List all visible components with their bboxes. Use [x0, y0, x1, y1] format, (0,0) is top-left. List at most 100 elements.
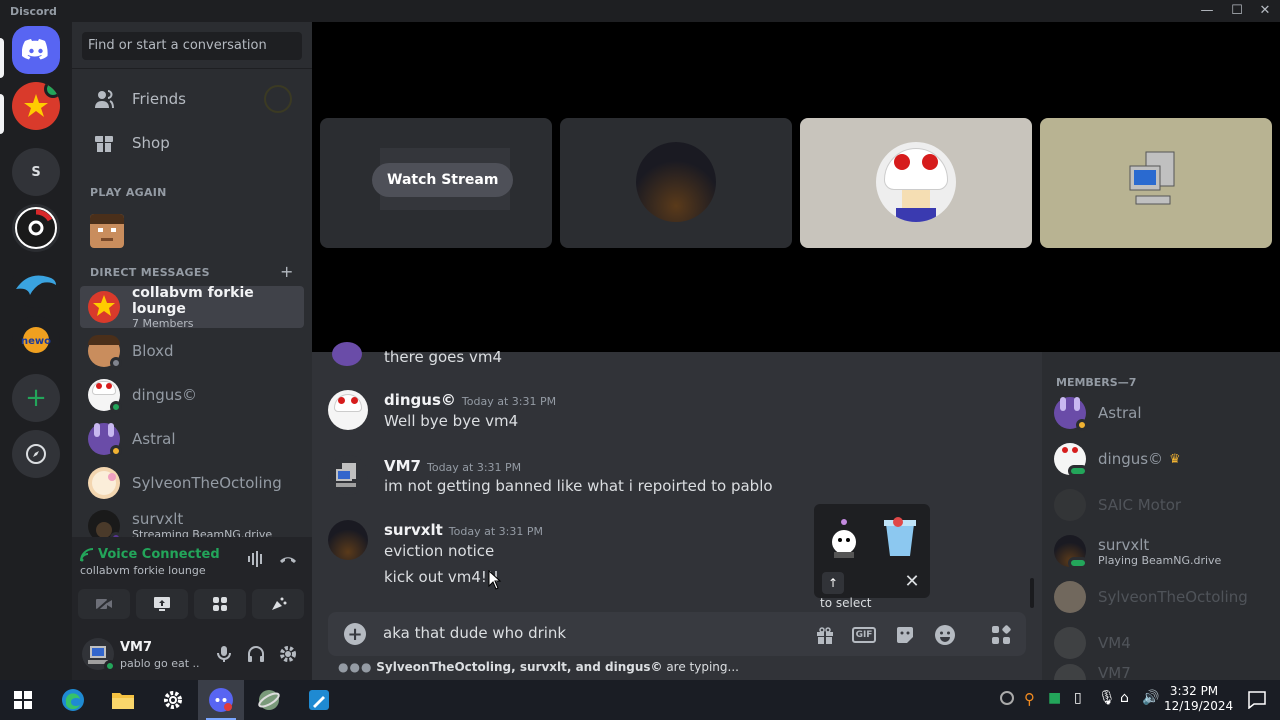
- members-header: MEMBERS—7: [1056, 376, 1137, 389]
- friends-nav[interactable]: Friends: [80, 78, 304, 120]
- taskbar-clock[interactable]: 3:32 PM 12/19/2024: [1164, 684, 1233, 714]
- message-avatar-survxlt[interactable]: [328, 520, 368, 560]
- edge-taskbar-button[interactable]: [50, 680, 96, 720]
- message-avatar: [332, 342, 362, 366]
- member-dingus[interactable]: dingus© ♛: [1054, 438, 1274, 480]
- server-dolphin-icon[interactable]: [12, 260, 60, 308]
- chat-scrollbar[interactable]: [1030, 578, 1034, 608]
- file-explorer-taskbar-button[interactable]: [100, 680, 146, 720]
- noise-suppression-button[interactable]: [246, 549, 266, 569]
- message-text: eviction notice: [384, 542, 495, 560]
- stream-tile[interactable]: Watch Stream: [320, 118, 552, 248]
- message-author[interactable]: dingus©: [384, 391, 456, 409]
- sticker-button[interactable]: [894, 624, 916, 646]
- folder-icon: [112, 693, 134, 709]
- avatar: [88, 335, 122, 369]
- screen-share-button[interactable]: [136, 589, 188, 619]
- tray-volume-icon[interactable]: 🔊: [1142, 690, 1159, 706]
- member-name: dingus©: [1098, 450, 1164, 468]
- avatar: [1054, 489, 1086, 521]
- discord-taskbar-button[interactable]: [198, 680, 244, 720]
- member-survxlt[interactable]: survxlt Playing BeamNG.drive: [1054, 530, 1274, 572]
- sticker-hint: to select: [820, 596, 872, 610]
- username[interactable]: VM7: [120, 640, 152, 655]
- disconnect-button[interactable]: [278, 549, 298, 569]
- server-1-icon[interactable]: [12, 82, 60, 130]
- server-s-icon[interactable]: S: [12, 148, 60, 196]
- message-author[interactable]: VM7: [384, 457, 421, 475]
- participant-avatar: [876, 142, 956, 222]
- shop-nav[interactable]: Shop: [80, 122, 304, 164]
- explore-button[interactable]: [12, 430, 60, 478]
- member-saic-motor[interactable]: SAIC Motor: [1054, 484, 1274, 526]
- member-sylveontheoctoling[interactable]: SylveonTheOctoling: [1054, 576, 1274, 618]
- tray-security-icon[interactable]: ■: [1048, 690, 1061, 706]
- message-header: survxlt Today at 3:31 PM: [384, 520, 543, 539]
- user-settings-button[interactable]: [278, 644, 298, 664]
- home-button[interactable]: [12, 26, 60, 74]
- dm-survxlt[interactable]: survxlt Streaming BeamNG.drive: [80, 506, 304, 540]
- emoji-button[interactable]: [934, 624, 956, 646]
- message-avatar-dingus[interactable]: [328, 390, 368, 430]
- paint-taskbar-button[interactable]: [296, 680, 342, 720]
- participant-tile-dingus[interactable]: [800, 118, 1032, 248]
- apps-button[interactable]: [990, 624, 1012, 646]
- avatar: [1054, 443, 1088, 477]
- camera-off-button[interactable]: [78, 589, 130, 619]
- dm-bloxd[interactable]: Bloxd: [80, 330, 304, 372]
- server-obs-icon[interactable]: [12, 204, 60, 252]
- dm-sylveontheoctoling[interactable]: SylveonTheOctoling: [80, 462, 304, 504]
- start-button[interactable]: [0, 680, 46, 720]
- message-input[interactable]: aka that dude who drink: [383, 624, 566, 642]
- add-server-button[interactable]: +: [12, 374, 60, 422]
- notifications-button[interactable]: [1234, 680, 1280, 720]
- message-author[interactable]: survxlt: [384, 521, 443, 539]
- member-astral[interactable]: Astral: [1054, 392, 1274, 434]
- close-button[interactable]: ✕: [1250, 0, 1280, 22]
- dm-dingus[interactable]: dingus©: [80, 374, 304, 416]
- globe-app-icon: [258, 690, 280, 710]
- minimize-button[interactable]: —: [1192, 0, 1222, 22]
- member-vm7[interactable]: VM7: [1054, 664, 1274, 680]
- tray-network-icon[interactable]: ⌂: [1120, 690, 1129, 706]
- participant-tile-vm7[interactable]: [1040, 118, 1272, 248]
- dm-collabvm-forkie-lounge[interactable]: collabvm forkie lounge 7 Members: [80, 285, 304, 330]
- message-timestamp: Today at 3:31 PM: [426, 461, 522, 474]
- user-avatar[interactable]: [82, 638, 116, 672]
- play-again-game-icon[interactable]: [90, 214, 124, 248]
- soundboard-button[interactable]: [252, 589, 304, 619]
- newo-label: newo: [21, 336, 51, 347]
- tray-device-icon[interactable]: ▯: [1074, 690, 1082, 706]
- upload-button[interactable]: +: [344, 623, 366, 645]
- sticker-suggestion[interactable]: [880, 514, 920, 558]
- activities-button[interactable]: [194, 589, 246, 619]
- sticker-suggestion[interactable]: [824, 516, 864, 560]
- message-header: dingus© Today at 3:31 PM: [384, 390, 556, 409]
- member-vm4[interactable]: VM4: [1054, 622, 1274, 664]
- tray-microphone-icon[interactable]: 🎙: [1098, 690, 1116, 706]
- tray-circle-icon[interactable]: [1000, 691, 1014, 705]
- avatar: [1054, 581, 1086, 613]
- search-input[interactable]: Find or start a conversation: [82, 32, 302, 60]
- app-taskbar-button[interactable]: [246, 680, 292, 720]
- close-suggestion-button[interactable]: ✕: [902, 572, 922, 592]
- message-avatar-vm7[interactable]: [328, 455, 368, 495]
- gif-button[interactable]: GIF: [851, 624, 877, 646]
- voice-channel[interactable]: collabvm forkie lounge: [80, 564, 206, 577]
- mute-button[interactable]: [214, 644, 234, 664]
- tray-search-icon[interactable]: ⚲: [1024, 690, 1035, 708]
- dm-astral[interactable]: Astral: [80, 418, 304, 460]
- avatar: [1054, 627, 1086, 659]
- emoji-icon: [935, 625, 955, 645]
- participant-tile-survxlt[interactable]: [560, 118, 792, 248]
- create-dm-button[interactable]: +: [280, 262, 293, 281]
- watch-stream-button[interactable]: Watch Stream: [372, 163, 514, 197]
- shop-label: Shop: [132, 134, 170, 152]
- deafen-button[interactable]: [246, 644, 266, 664]
- voice-status[interactable]: Voice Connected: [98, 547, 220, 562]
- message-text: kick out vm4!!!: [384, 568, 499, 586]
- gift-button[interactable]: [814, 624, 836, 646]
- settings-taskbar-button[interactable]: [150, 680, 196, 720]
- maximize-button[interactable]: ☐: [1222, 0, 1252, 22]
- server-newo-icon[interactable]: newo: [12, 316, 60, 364]
